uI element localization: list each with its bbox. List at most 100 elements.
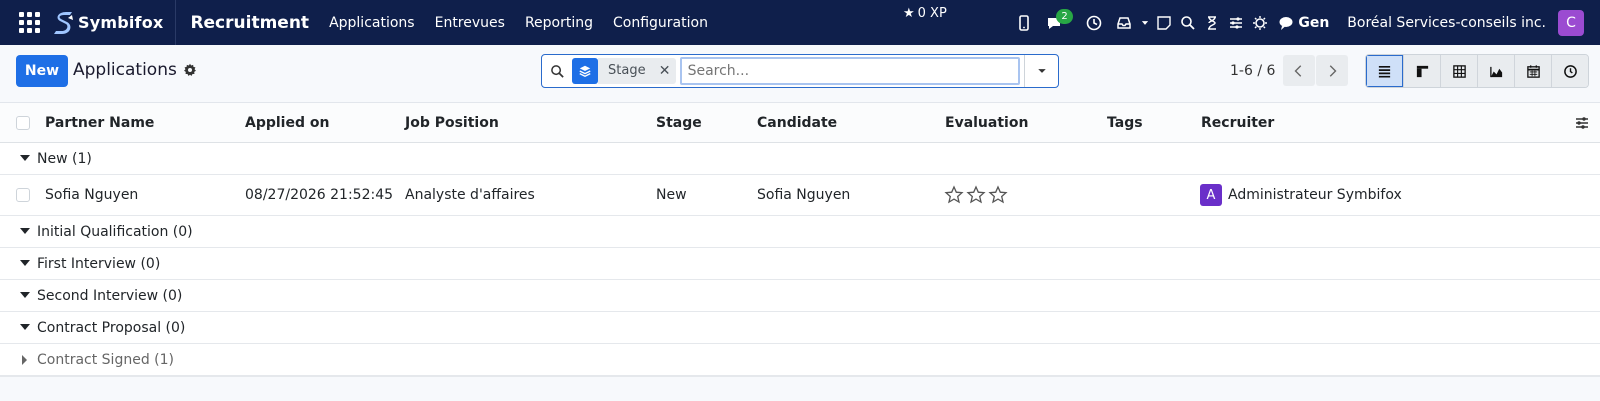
group-initial-qualification[interactable]: Initial Qualification (0) <box>0 216 1600 248</box>
inbox-icon[interactable] <box>1112 0 1136 45</box>
note-icon[interactable] <box>1152 0 1176 45</box>
group-label: Contract Proposal (0) <box>37 319 186 336</box>
menu-applications[interactable]: Applications <box>329 15 415 31</box>
pager-value[interactable]: 1-6 / 6 <box>1230 63 1275 79</box>
page-title-text: Applications <box>73 60 177 80</box>
caret-down-icon <box>20 155 30 161</box>
page-title: Applications <box>73 60 197 80</box>
column-job-position[interactable]: Job Position <box>405 115 499 131</box>
star-empty-icon[interactable] <box>944 185 964 205</box>
caret-down-icon <box>1037 69 1046 73</box>
cell-partner-name: Sofia Nguyen <box>45 187 139 203</box>
hourglass-icon[interactable] <box>1200 0 1224 45</box>
clock-icon <box>1563 64 1577 78</box>
column-tags[interactable]: Tags <box>1107 115 1143 131</box>
column-recruiter[interactable]: Recruiter <box>1201 115 1274 131</box>
view-switcher <box>1365 54 1589 88</box>
top-navbar: Symbifox Recruitment Applications Entrev… <box>0 0 1600 45</box>
search-icon[interactable] <box>1176 0 1200 45</box>
column-applied-on[interactable]: Applied on <box>245 115 329 131</box>
area-chart-icon <box>1489 66 1502 77</box>
kanban-view-button[interactable] <box>1403 55 1440 87</box>
table-row[interactable]: Sofia Nguyen 08/27/2026 21:52:45 Analyst… <box>0 175 1600 216</box>
mobile-icon[interactable] <box>1012 0 1036 45</box>
column-stage[interactable]: Stage <box>656 115 702 131</box>
group-contract-proposal[interactable]: Contract Proposal (0) <box>0 312 1600 344</box>
list-view-button[interactable] <box>1366 55 1403 87</box>
chevron-down-icon[interactable] <box>1138 0 1152 45</box>
sun-icon[interactable] <box>1248 0 1272 45</box>
brand-logo-icon <box>54 11 73 34</box>
activity-view-button[interactable] <box>1551 55 1588 87</box>
calendar-icon <box>1526 64 1540 78</box>
speech-bubble-icon <box>1279 16 1293 30</box>
search-options-toggle[interactable] <box>1024 55 1058 87</box>
chevron-left-icon <box>1294 64 1302 77</box>
company-switcher[interactable]: Boréal Services-conseils inc. <box>1347 15 1546 31</box>
cell-job-position: Analyste d'affaires <box>405 187 535 203</box>
applications-list: Partner Name Applied on Job Position Sta… <box>0 103 1600 376</box>
gen-label: Gen <box>1298 14 1330 31</box>
brand-name: Symbifox <box>78 13 164 32</box>
control-panel: New Applications Stage ✕ 1-6 / 6 <box>0 45 1600 103</box>
row-checkbox[interactable] <box>16 188 30 202</box>
menu-reporting[interactable]: Reporting <box>525 15 593 31</box>
recruiter-name: Administrateur Symbifox <box>1228 187 1402 203</box>
pivot-view-button[interactable] <box>1440 55 1477 87</box>
caret-right-icon <box>22 355 27 365</box>
search-facet-stage[interactable]: Stage ✕ <box>572 58 676 84</box>
user-avatar[interactable]: C <box>1558 9 1584 36</box>
layers-icon <box>572 58 598 84</box>
facet-label: Stage <box>598 58 654 84</box>
group-second-interview[interactable]: Second Interview (0) <box>0 280 1600 312</box>
group-label: First Interview (0) <box>37 255 161 272</box>
search-icon <box>542 64 572 79</box>
group-first-interview[interactable]: First Interview (0) <box>0 248 1600 280</box>
sliders-icon[interactable] <box>1224 0 1248 45</box>
list-icon <box>1378 65 1391 77</box>
star-empty-icon[interactable] <box>988 185 1008 205</box>
xp-indicator[interactable]: ★ 0 XP <box>903 6 947 21</box>
calendar-view-button[interactable] <box>1514 55 1551 87</box>
new-button[interactable]: New <box>16 55 68 87</box>
column-partner-name[interactable]: Partner Name <box>45 115 154 131</box>
group-label: Initial Qualification (0) <box>37 223 193 240</box>
cell-recruiter: A Administrateur Symbifox <box>1200 184 1402 206</box>
caret-down-icon <box>20 292 30 298</box>
list-header: Partner Name Applied on Job Position Sta… <box>0 103 1600 143</box>
graph-view-button[interactable] <box>1477 55 1514 87</box>
apps-menu-icon[interactable] <box>16 10 42 36</box>
optional-columns-icon[interactable] <box>1574 115 1590 131</box>
group-contract-signed[interactable]: Contract Signed (1) <box>0 344 1600 376</box>
brand[interactable]: Symbifox <box>52 0 177 45</box>
table-icon <box>1452 64 1466 78</box>
recruiter-avatar: A <box>1200 184 1222 206</box>
search-input[interactable] <box>679 57 1020 85</box>
group-label: Second Interview (0) <box>37 287 183 304</box>
menu-configuration[interactable]: Configuration <box>613 15 708 31</box>
group-new[interactable]: New (1) <box>0 143 1600 175</box>
caret-down-icon <box>20 260 30 266</box>
chat-icon[interactable]: 2 <box>1042 0 1073 45</box>
star-icon: ★ <box>903 6 915 21</box>
menu-entrevues[interactable]: Entrevues <box>435 15 505 31</box>
pager-previous-button[interactable] <box>1283 55 1315 86</box>
caret-down-icon <box>20 228 30 234</box>
app-name[interactable]: Recruitment <box>190 13 309 33</box>
pager-next-button[interactable] <box>1316 55 1348 86</box>
chevron-right-icon <box>1329 64 1337 77</box>
clock-icon[interactable] <box>1082 0 1106 45</box>
search-bar[interactable]: Stage ✕ <box>541 54 1059 88</box>
gen-button[interactable]: Gen <box>1278 15 1329 31</box>
kanban-icon <box>1416 65 1428 77</box>
chat-badge: 2 <box>1056 9 1073 24</box>
close-icon[interactable]: ✕ <box>653 58 676 84</box>
cell-stage: New <box>656 187 687 203</box>
gear-icon[interactable] <box>183 63 197 77</box>
evaluation-stars <box>944 185 1010 205</box>
cell-candidate: Sofia Nguyen <box>757 187 851 203</box>
column-candidate[interactable]: Candidate <box>757 115 837 131</box>
select-all-checkbox[interactable] <box>16 115 30 130</box>
star-empty-icon[interactable] <box>966 185 986 205</box>
column-evaluation[interactable]: Evaluation <box>945 115 1028 131</box>
